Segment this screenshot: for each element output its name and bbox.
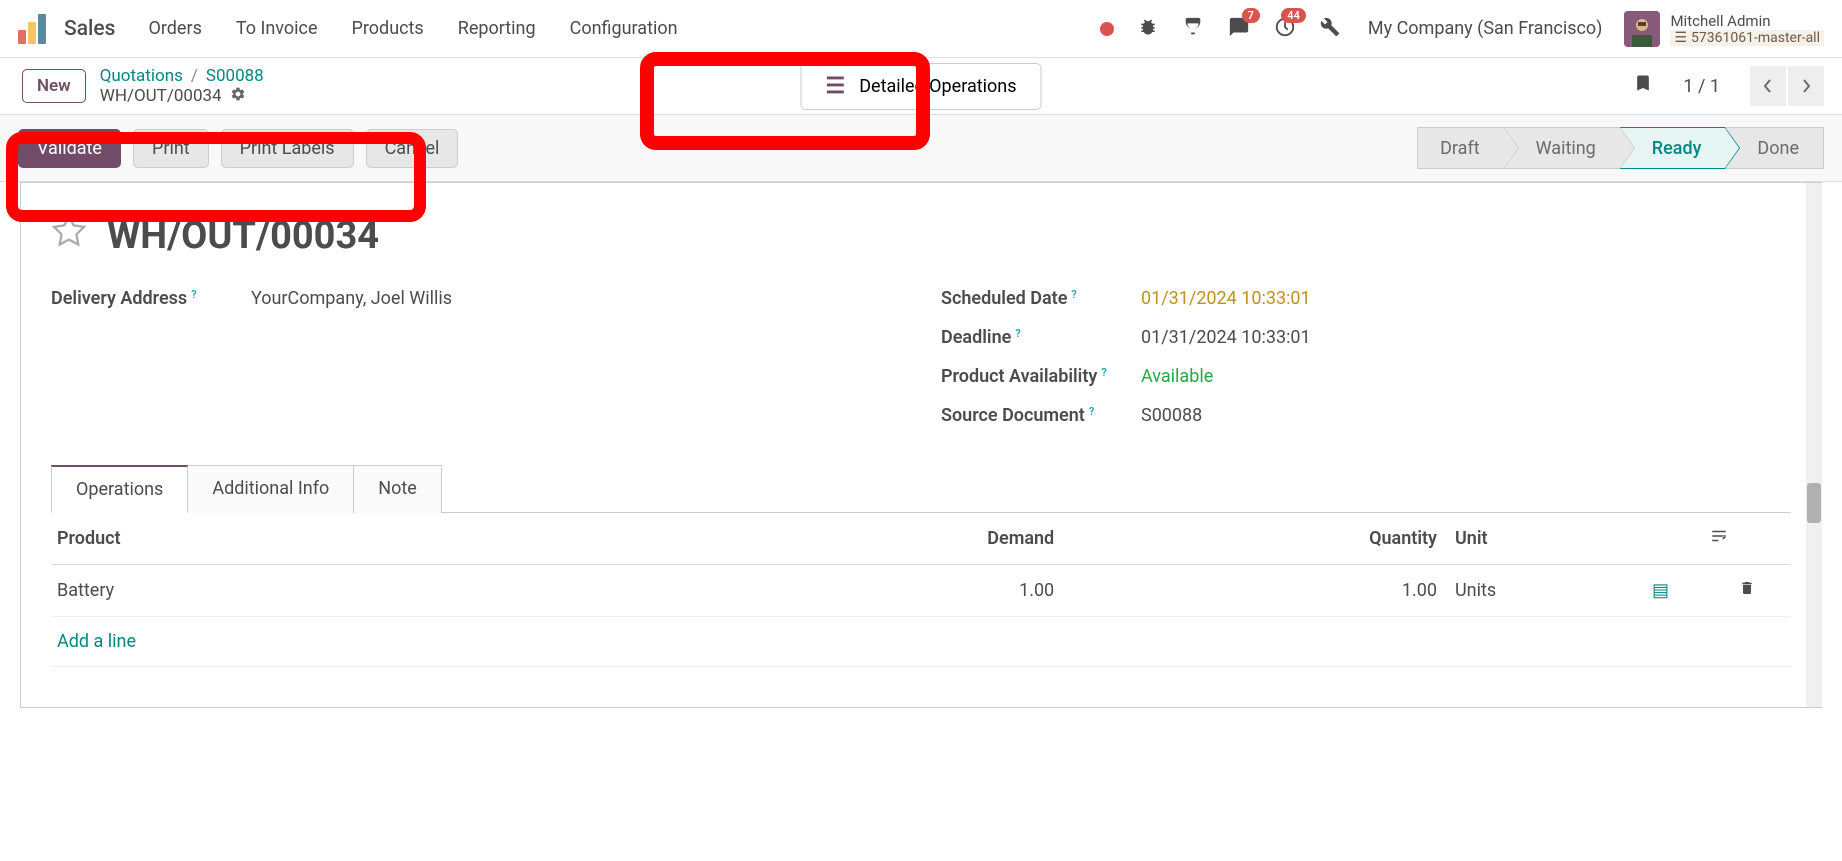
status-ready[interactable]: Ready [1620,127,1726,169]
table-settings-icon[interactable] [1704,513,1791,565]
pager-text[interactable]: 1 / 1 [1683,76,1720,97]
form-right-column: Scheduled Date ? 01/31/2024 10:33:01 Dea… [941,288,1791,444]
help-icon[interactable]: ? [191,288,196,301]
user-db: ☰ 57361061-master-all [1670,30,1824,46]
menu-reporting[interactable]: Reporting [458,18,536,39]
pager-prev-button[interactable] [1750,66,1786,106]
delete-row-icon[interactable] [1739,581,1755,602]
detail-list-icon[interactable]: ▤ [1652,580,1669,601]
menu-to-invoice[interactable]: To Invoice [236,18,318,39]
availability-label: Product Availability ? [941,366,1141,387]
tab-note[interactable]: Note [354,465,442,513]
form-left-column: Delivery Address ? YourCompany, Joel Wil… [51,288,901,444]
tab-operations[interactable]: Operations [51,465,188,513]
top-navbar: Sales Orders To Invoice Products Reporti… [0,0,1842,58]
col-unit[interactable]: Unit [1443,513,1617,565]
list-icon: ☰ [825,74,845,99]
delivery-address-value[interactable]: YourCompany, Joel Willis [251,288,452,309]
form-sheet: WH/OUT/00034 Delivery Address ? YourComp… [20,182,1822,708]
avatar [1624,11,1660,47]
print-button[interactable]: Print [133,129,209,168]
cell-quantity[interactable]: 1.00 [1060,565,1443,617]
cell-unit[interactable]: Units [1443,565,1617,617]
help-icon[interactable]: ? [1101,366,1106,379]
add-line-button[interactable]: Add a line [51,617,1791,667]
activities-badge: 44 [1281,8,1306,23]
menu-orders[interactable]: Orders [148,18,201,39]
col-product[interactable]: Product [51,513,747,565]
col-demand[interactable]: Demand [747,513,1060,565]
database-icon: ☰ [1674,30,1687,46]
gear-icon[interactable] [230,86,246,106]
tab-additional-info[interactable]: Additional Info [188,465,354,513]
statusbar: Validate Print Print Labels Cancel Draft… [0,114,1842,182]
activities-icon[interactable]: 44 [1274,16,1296,42]
phone-icon[interactable] [1182,16,1204,42]
tools-icon[interactable] [1320,17,1340,41]
source-document-value[interactable]: S00088 [1141,405,1202,426]
detailed-operations-button[interactable]: ☰ Detailed Operations [800,63,1041,110]
stat-button-label: Detailed Operations [859,76,1016,97]
breadcrumb-current: WH/OUT/00034 [100,86,222,106]
status-draft[interactable]: Draft [1417,127,1504,169]
recording-indicator-icon[interactable] [1100,22,1114,36]
app-title[interactable]: Sales [64,17,115,41]
source-document-label: Source Document ? [941,405,1141,426]
messaging-badge: 7 [1242,8,1260,23]
help-icon[interactable]: ? [1071,288,1076,301]
pager-nav [1750,66,1824,106]
app-logo[interactable] [18,14,46,44]
scheduled-date-label: Scheduled Date ? [941,288,1141,309]
favorite-star-icon[interactable] [51,213,87,258]
cell-demand[interactable]: 1.00 [747,565,1060,617]
menu-configuration[interactable]: Configuration [570,18,678,39]
scrollbar[interactable] [1806,183,1822,707]
control-panel: New Quotations / S00088 WH/OUT/00034 ☰ D… [0,58,1842,114]
bookmark-icon[interactable] [1633,71,1653,101]
breadcrumb: Quotations / S00088 WH/OUT/00034 [100,66,264,106]
validate-button[interactable]: Validate [18,129,121,168]
messaging-icon[interactable]: 7 [1228,16,1250,42]
menu-products[interactable]: Products [352,18,424,39]
status-waiting[interactable]: Waiting [1504,127,1620,169]
breadcrumb-quotations[interactable]: Quotations [100,66,183,86]
record-title: WH/OUT/00034 [107,214,379,258]
help-icon[interactable]: ? [1015,327,1020,340]
breadcrumb-separator: / [191,66,198,86]
user-info: Mitchell Admin ☰ 57361061-master-all [1670,12,1824,46]
user-name: Mitchell Admin [1670,12,1824,30]
scrollbar-thumb[interactable] [1807,483,1821,523]
user-menu[interactable]: Mitchell Admin ☰ 57361061-master-all [1624,11,1824,47]
nav-menu: Orders To Invoice Products Reporting Con… [148,18,677,39]
company-selector[interactable]: My Company (San Francisco) [1368,18,1603,39]
operations-table: Product Demand Quantity Unit Battery 1.0… [51,513,1791,667]
bug-icon[interactable] [1138,17,1158,41]
systray: 7 44 [1100,16,1340,42]
delivery-address-label: Delivery Address ? [51,288,251,309]
pager-next-button[interactable] [1788,66,1824,106]
deadline-value: 01/31/2024 10:33:01 [1141,327,1311,348]
col-quantity[interactable]: Quantity [1060,513,1443,565]
table-row[interactable]: Battery 1.00 1.00 Units ▤ [51,565,1791,617]
deadline-label: Deadline ? [941,327,1141,348]
cell-product[interactable]: Battery [51,565,747,617]
help-icon[interactable]: ? [1089,405,1094,418]
availability-value: Available [1141,366,1213,387]
cancel-button[interactable]: Cancel [366,129,459,168]
status-steps: Draft Waiting Ready Done [1417,127,1824,169]
print-labels-button[interactable]: Print Labels [221,129,354,168]
breadcrumb-order[interactable]: S00088 [206,66,264,86]
new-button[interactable]: New [22,69,86,103]
scheduled-date-value[interactable]: 01/31/2024 10:33:01 [1141,288,1311,309]
notebook-tabs: Operations Additional Info Note [51,464,1791,513]
